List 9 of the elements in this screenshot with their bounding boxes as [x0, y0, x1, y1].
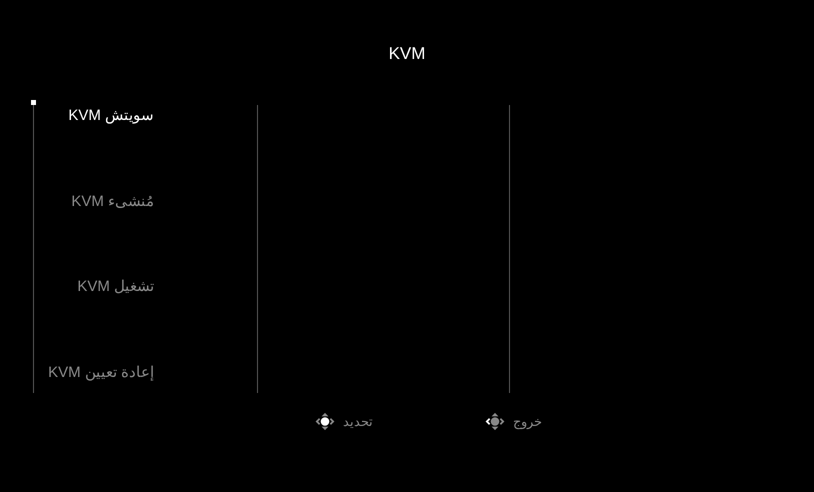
- joystick-icon: [313, 411, 337, 432]
- menu-item[interactable]: مُنشىء KVM: [71, 192, 154, 210]
- menu-item[interactable]: تشغيل KVM: [77, 277, 154, 295]
- menu-title: KVM: [388, 44, 426, 65]
- hint-label: خروج: [513, 414, 542, 429]
- joystick-icon: [483, 411, 507, 432]
- hint-label: تحديد: [343, 414, 373, 429]
- menu-item[interactable]: إعادة تعيين KVM: [48, 362, 154, 380]
- menu-item[interactable]: سويتش KVM: [68, 106, 154, 124]
